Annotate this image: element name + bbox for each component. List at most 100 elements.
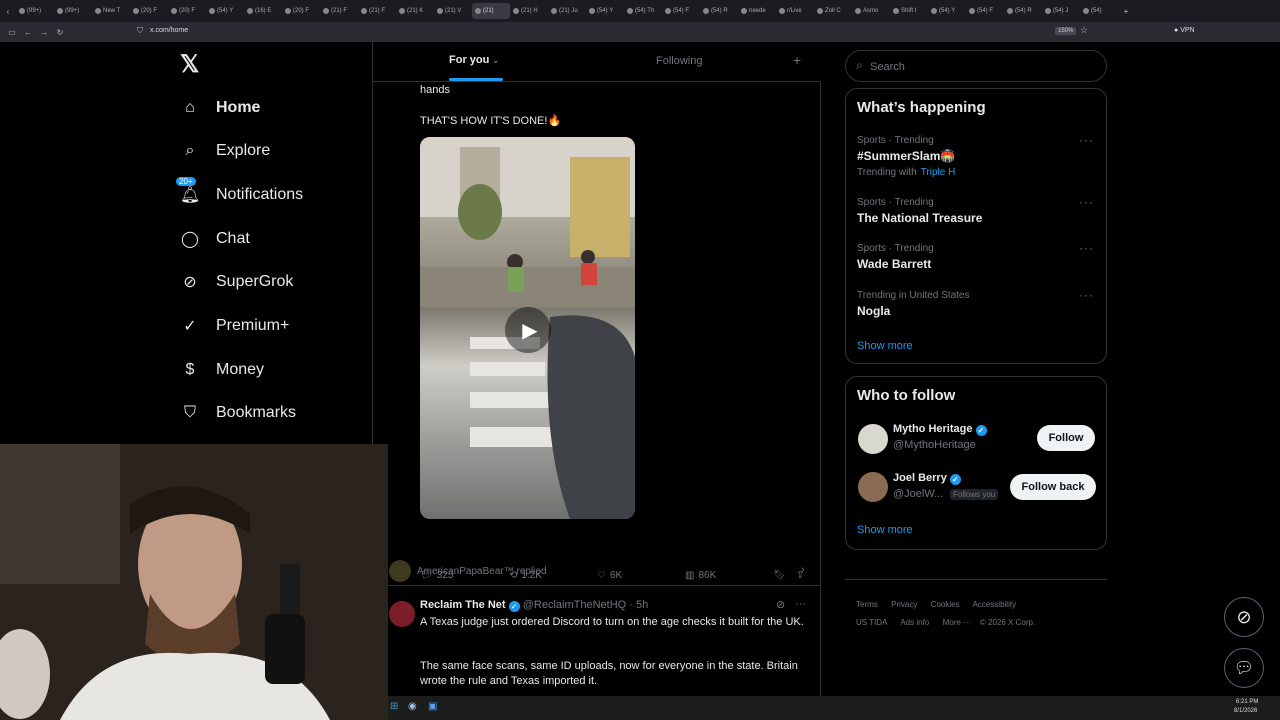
grok-icon[interactable]: ⊘ — [776, 598, 785, 611]
follow-name[interactable]: Mytho Heritage ✓ — [893, 423, 987, 436]
avatar[interactable] — [858, 472, 888, 502]
follow-back-button[interactable]: Follow back — [1010, 474, 1096, 500]
more-icon[interactable]: ··· — [1079, 133, 1094, 147]
nav-item-bookmarks[interactable]: ⛉ Bookmarks — [180, 398, 296, 428]
browser-tab[interactable]: (54) F — [966, 3, 1004, 19]
author-handle[interactable]: @ReclaimTheNetHQ — [523, 599, 626, 611]
trend-item[interactable]: Sports · Trending #SummerSlam🏟️ ··· Trendin… — [846, 133, 1106, 178]
nav-item-premium[interactable]: ✓ Premium+ — [180, 311, 289, 341]
post-video[interactable]: ▶ — [420, 137, 635, 519]
sidebar-toggle-icon[interactable]: ▭ — [4, 28, 20, 37]
url-field[interactable]: x.com/home — [150, 27, 188, 34]
browser-tab[interactable]: (54) R — [700, 3, 738, 19]
bookmark-star-icon[interactable]: ☆ — [1080, 25, 1088, 36]
browser-tab[interactable]: (54) Y — [586, 3, 624, 19]
clock-date[interactable]: 8/1/2026 — [1234, 708, 1257, 714]
avatar[interactable] — [858, 424, 888, 454]
browser-tab[interactable]: (21) H — [510, 3, 548, 19]
back-icon[interactable]: ← — [20, 28, 36, 37]
footer-divider — [845, 579, 1107, 580]
forward-icon[interactable]: → — [36, 28, 52, 37]
start-icon[interactable]: ⊞ — [390, 701, 398, 712]
reload-icon[interactable]: ↻ — [52, 28, 68, 37]
add-tab-icon[interactable]: + — [793, 52, 801, 68]
browser-tab[interactable]: (21) F — [320, 3, 358, 19]
footer-link[interactable]: Cookies — [931, 600, 960, 609]
browser-tab[interactable]: (21) Ju — [548, 3, 586, 19]
grok-fab[interactable]: ⊘ — [1224, 597, 1264, 637]
footer-link[interactable]: Ads info — [900, 618, 929, 627]
search-input[interactable]: ⌕ Search — [845, 50, 1107, 82]
nav-item-home[interactable]: ⌂ Home — [180, 93, 260, 123]
browser-tab[interactable]: (54) — [1080, 3, 1118, 19]
tab-scroll-left-icon[interactable]: ‹ — [0, 7, 16, 16]
replied-row[interactable]: AmericanPapaBear™ replied › — [373, 556, 821, 586]
trend-item[interactable]: Sports · Trending Wade Barrett ··· — [846, 241, 1106, 285]
browser-tab[interactable]: Shift I — [890, 3, 928, 19]
browser-tab[interactable]: (16) E — [244, 3, 282, 19]
browser-tab[interactable]: Asmo — [852, 3, 890, 19]
footer-link[interactable]: Accessibility — [973, 600, 1017, 609]
browser-tab[interactable]: (20) F — [282, 3, 320, 19]
more-icon[interactable]: ··· — [1079, 241, 1094, 255]
browser-tab[interactable]: (54) F — [662, 3, 700, 19]
trend-item[interactable]: Sports · Trending The National Treasure ··… — [846, 195, 1106, 239]
author-name[interactable]: Reclaim The Net — [420, 599, 506, 611]
steam-icon[interactable]: ◉ — [408, 701, 417, 712]
browser-tab[interactable]: (54) R — [1004, 3, 1042, 19]
browser-tab[interactable]: (21) V — [434, 3, 472, 19]
browser-tab[interactable]: (21) K — [396, 3, 434, 19]
footer-link[interactable]: US TIDA — [856, 618, 887, 627]
browser-tab[interactable]: (99+) — [16, 3, 54, 19]
browser-tab[interactable]: (20) F — [130, 3, 168, 19]
browser-tab[interactable]: (54) Y — [928, 3, 966, 19]
follow-handle[interactable]: @MythoHeritage — [893, 439, 976, 451]
show-more-link[interactable]: Show more — [857, 524, 913, 536]
browser-tab[interactable]: (54) J — [1042, 3, 1080, 19]
browser-tab[interactable]: New T — [92, 3, 130, 19]
nav-item-notifications[interactable]: 🔔︎ 20+ Notifications — [176, 177, 303, 210]
browser-tab[interactable]: (21) F — [358, 3, 396, 19]
avatar[interactable] — [389, 560, 411, 582]
browser-tab[interactable]: (54) Th — [624, 3, 662, 19]
browser-tab[interactable]: r/Live — [776, 3, 814, 19]
chat-fab[interactable]: 💬︎ — [1224, 648, 1264, 688]
browser-tab[interactable]: (99+) — [54, 3, 92, 19]
more-icon[interactable]: ··· — [795, 598, 806, 610]
tab-following[interactable]: Following — [656, 55, 702, 67]
replied-text[interactable]: AmericanPapaBear™ replied — [417, 566, 547, 577]
clock-time[interactable]: 6:21 PM — [1236, 699, 1258, 705]
trending-with-link[interactable]: Triple H — [921, 167, 956, 178]
avatar[interactable] — [389, 601, 415, 627]
browser-tab[interactable]: neede — [738, 3, 776, 19]
follow-name[interactable]: Joel Berry ✓ — [893, 472, 961, 485]
zoom-indicator[interactable]: 150% — [1055, 27, 1077, 35]
nav-item-chat[interactable]: ◯ Chat — [180, 224, 250, 254]
more-icon[interactable]: ··· — [1079, 195, 1094, 209]
trend-item[interactable]: Trending in United States Nogla ··· — [846, 288, 1106, 332]
footer-link[interactable]: Terms — [856, 600, 878, 609]
verified-icon: ✓ — [949, 474, 961, 485]
app-icon[interactable]: ▣ — [428, 701, 437, 712]
footer-link[interactable]: Privacy — [891, 600, 917, 609]
play-button[interactable]: ▶ — [505, 307, 551, 353]
nav-item-money[interactable]: $ Money — [180, 355, 264, 385]
vpn-badge[interactable]: ● VPN — [1174, 27, 1195, 34]
browser-tab[interactable]: (54) Y — [206, 3, 244, 19]
footer-link[interactable]: More ··· — [943, 618, 971, 627]
x-logo[interactable]: 𝕏 — [180, 53, 202, 77]
shield-icon[interactable]: ⛉ — [137, 26, 143, 36]
nav-item-explore[interactable]: ⌕ Explore — [180, 136, 271, 166]
more-icon[interactable]: ··· — [1079, 288, 1094, 302]
browser-toolbar: ▭ ← → ↻ ⛉ x.com/home 150% ☆ ● VPN — [0, 22, 1280, 42]
show-more-link[interactable]: Show more — [857, 340, 913, 352]
browser-tab[interactable]: Zoll C — [814, 3, 852, 19]
follow-button[interactable]: Follow — [1037, 425, 1095, 451]
browser-tab[interactable]: (20) F — [168, 3, 206, 19]
nav-item-supergrok[interactable]: ⊘ SuperGrok — [180, 267, 293, 297]
browser-tab[interactable]: (21) — [472, 3, 510, 19]
new-tab-icon[interactable]: + — [1118, 7, 1134, 16]
follow-handle[interactable]: @JoelW... — [893, 488, 943, 500]
tab-for-you[interactable]: For you ⌄ — [449, 54, 499, 66]
post-time[interactable]: · 5h — [629, 599, 648, 611]
